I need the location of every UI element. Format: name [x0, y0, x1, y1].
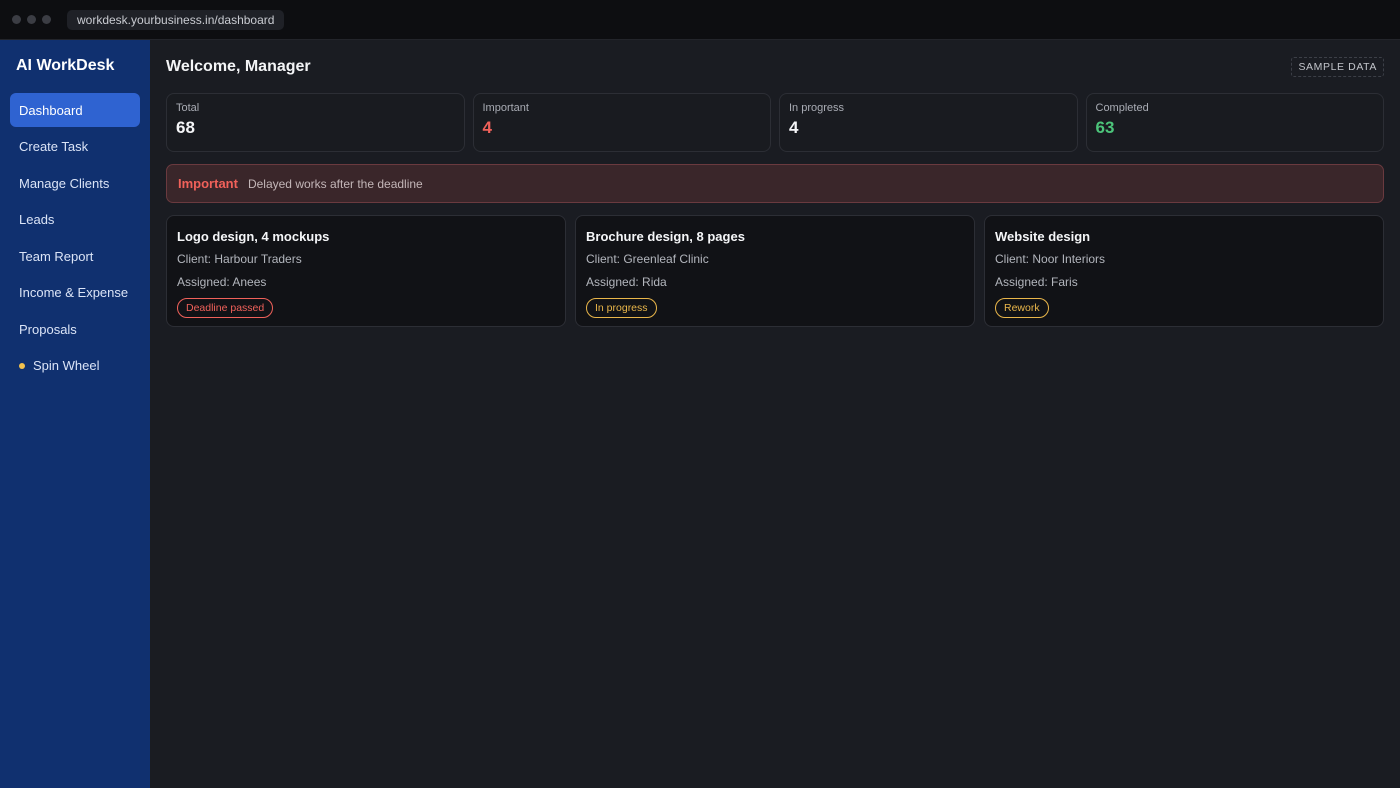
stat-label: Important	[482, 102, 529, 114]
stat-value: 4	[789, 118, 799, 137]
status-badge: Rework	[995, 298, 1049, 318]
task-client: Client: Greenleaf Clinic	[586, 252, 709, 266]
window-minimize-dot[interactable]	[27, 15, 36, 24]
status-badge: In progress	[586, 298, 657, 318]
task-title: Brochure design, 8 pages	[586, 229, 745, 244]
window-maximize-dot[interactable]	[42, 15, 51, 24]
sidebar-item-label: Team Report	[19, 248, 94, 264]
task-assignee: Assigned: Anees	[177, 275, 267, 289]
task-client: Client: Noor Interiors	[995, 252, 1106, 266]
task-list: Logo design, 4 mockups Client: Harbour T…	[166, 215, 1384, 327]
window-close-dot[interactable]	[12, 15, 21, 24]
stat-label: Total	[176, 102, 200, 114]
sidebar-item-proposals[interactable]: Proposals	[10, 312, 140, 346]
page-header: Welcome, Manager SAMPLE DATA	[166, 40, 1384, 93]
status-badge: Deadline passed	[177, 298, 274, 318]
task-card[interactable]: Brochure design, 8 pages Client: Greenle…	[575, 215, 975, 327]
task-title: Website design	[995, 229, 1091, 244]
sidebar-item-label: Create Task	[19, 139, 89, 154]
window-controls	[12, 15, 51, 24]
stat-card-completed[interactable]: Completed 63	[1085, 93, 1384, 152]
sidebar-item-manage-clients[interactable]: Manage Clients	[10, 166, 140, 200]
brand-title: AI WorkDesk	[16, 57, 115, 74]
sidebar-item-team-report[interactable]: Team Report	[10, 239, 140, 273]
sample-data-badge: SAMPLE DATA	[1291, 56, 1384, 77]
sidebar-item-income-expense[interactable]: Income & Expense	[10, 276, 140, 310]
new-dot-icon	[19, 362, 25, 369]
task-card[interactable]: Website design Client: Noor Interiors As…	[984, 215, 1384, 327]
stat-label: Completed	[1095, 102, 1149, 114]
stat-card-total[interactable]: Total 68	[166, 93, 465, 152]
task-card[interactable]: Logo design, 4 mockups Client: Harbour T…	[166, 215, 566, 327]
task-assignee: Assigned: Faris	[995, 275, 1078, 289]
sidebar-item-leads[interactable]: Leads	[10, 203, 140, 237]
main-content: Welcome, Manager SAMPLE DATA Total 68 Im…	[150, 40, 1400, 788]
browser-toolbar: workdesk.yourbusiness.in/dashboard	[0, 0, 1400, 40]
sidebar-item-label: Spin Wheel	[33, 358, 100, 373]
task-title: Logo design, 4 mockups	[177, 229, 330, 244]
stat-card-in-progress[interactable]: In progress 4	[779, 93, 1078, 152]
sidebar-item-label: Leads	[19, 212, 55, 227]
sidebar: AI WorkDesk Dashboard Create Task Manage…	[0, 40, 150, 788]
sidebar-nav: Dashboard Create Task Manage Clients Lea…	[10, 93, 140, 383]
stat-card-important[interactable]: Important 4	[472, 93, 771, 152]
sidebar-item-label: Dashboard	[19, 102, 83, 118]
important-alert[interactable]: Important Delayed works after the deadli…	[166, 164, 1384, 203]
task-assignee: Assigned: Rida	[586, 275, 667, 289]
sidebar-item-create-task[interactable]: Create Task	[10, 130, 140, 164]
sidebar-item-label: Income & Expense	[19, 285, 129, 300]
sidebar-item-spin-wheel[interactable]: Spin Wheel	[10, 349, 140, 383]
page-title: Welcome, Manager	[166, 57, 311, 75]
stat-label: In progress	[789, 102, 845, 114]
stat-value: 68	[176, 118, 195, 137]
stat-value: 63	[1095, 118, 1115, 137]
address-bar[interactable]: workdesk.yourbusiness.in/dashboard	[67, 9, 285, 30]
stat-value: 4	[482, 118, 492, 137]
stats-row: Total 68 Important 4 In progress 4 Compl…	[166, 93, 1384, 152]
sidebar-item-label: Proposals	[19, 321, 77, 337]
task-client: Client: Harbour Traders	[177, 252, 302, 266]
sidebar-item-label: Manage Clients	[19, 175, 110, 191]
sidebar-item-dashboard[interactable]: Dashboard	[10, 93, 140, 127]
alert-title: Important	[178, 176, 238, 191]
alert-text: Delayed works after the deadline	[247, 176, 423, 191]
